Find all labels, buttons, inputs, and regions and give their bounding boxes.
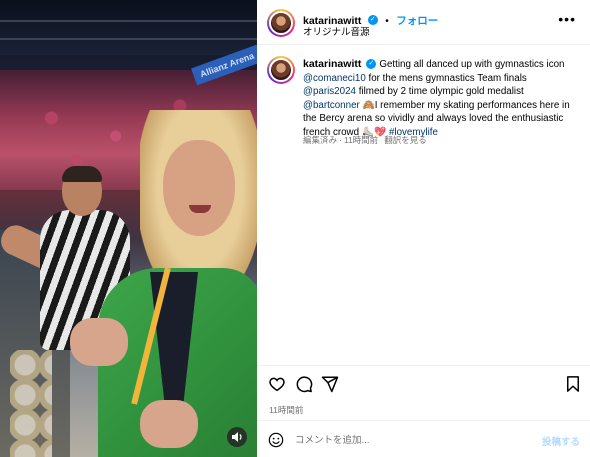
post-video[interactable]: Allianz Arena: [0, 0, 257, 457]
caption-time: 11時間前: [343, 135, 379, 145]
caption: katarinawitt ✓ Getting all danced up with …: [303, 58, 578, 140]
caption-text: for the mens gymnastics Team finals: [365, 72, 527, 84]
caption-text: Getting all danced up with gymnastics ic…: [379, 59, 565, 70]
floral-decoration: [10, 350, 52, 457]
comment-input[interactable]: [295, 431, 525, 449]
mention-paris2024[interactable]: @paris2024: [303, 86, 356, 97]
comment-icon[interactable]: [295, 375, 313, 393]
woman-face: [163, 140, 235, 236]
post-timestamp: 11時間前: [269, 405, 304, 415]
action-bar: [257, 365, 590, 400]
mention-bartconner[interactable]: @bartconner: [303, 100, 360, 111]
speaker-icon-glyph: [232, 432, 242, 442]
roof-beam: [0, 20, 257, 22]
emoji-icon[interactable]: [268, 432, 284, 448]
audio-link[interactable]: オリジナル音源: [303, 24, 370, 38]
roof-beam: [0, 38, 257, 40]
heart-icon[interactable]: [268, 375, 286, 393]
caption-text: filmed by 2 time olympic gold medalist: [355, 86, 524, 98]
speaker-icon[interactable]: [227, 427, 247, 447]
share-icon[interactable]: [321, 375, 339, 393]
verified-badge-icon: ✓: [366, 59, 377, 70]
caption-meta: 編集済み · 11時間前 翻訳を見る: [303, 134, 427, 146]
edited-label: 編集済み: [303, 135, 338, 145]
caption-avatar[interactable]: [267, 56, 295, 84]
mention-comaneci10[interactable]: @comaneci10: [303, 73, 366, 84]
hand-left: [70, 318, 128, 366]
caption-username[interactable]: katarinawitt: [303, 58, 361, 70]
meta-dot: ·: [339, 135, 342, 145]
post-header: katarinawitt ✓ • フォロー オリジナル音源 •••: [257, 0, 590, 45]
translate-link[interactable]: 翻訳を見る: [384, 135, 427, 145]
arena-roof: [0, 0, 257, 55]
bookmark-icon[interactable]: [564, 375, 582, 393]
post-side-panel: katarinawitt ✓ • フォロー オリジナル音源 ••• katari…: [257, 0, 590, 457]
hand-right: [140, 400, 198, 448]
avatar[interactable]: [267, 9, 295, 37]
man-hair: [62, 166, 102, 182]
follow-button[interactable]: フォロー: [396, 15, 438, 27]
comment-bar: 投稿する: [257, 420, 590, 457]
header-separator: •: [385, 16, 389, 27]
more-options-icon[interactable]: •••: [558, 12, 576, 26]
post-comment-button[interactable]: 投稿する: [542, 434, 580, 448]
